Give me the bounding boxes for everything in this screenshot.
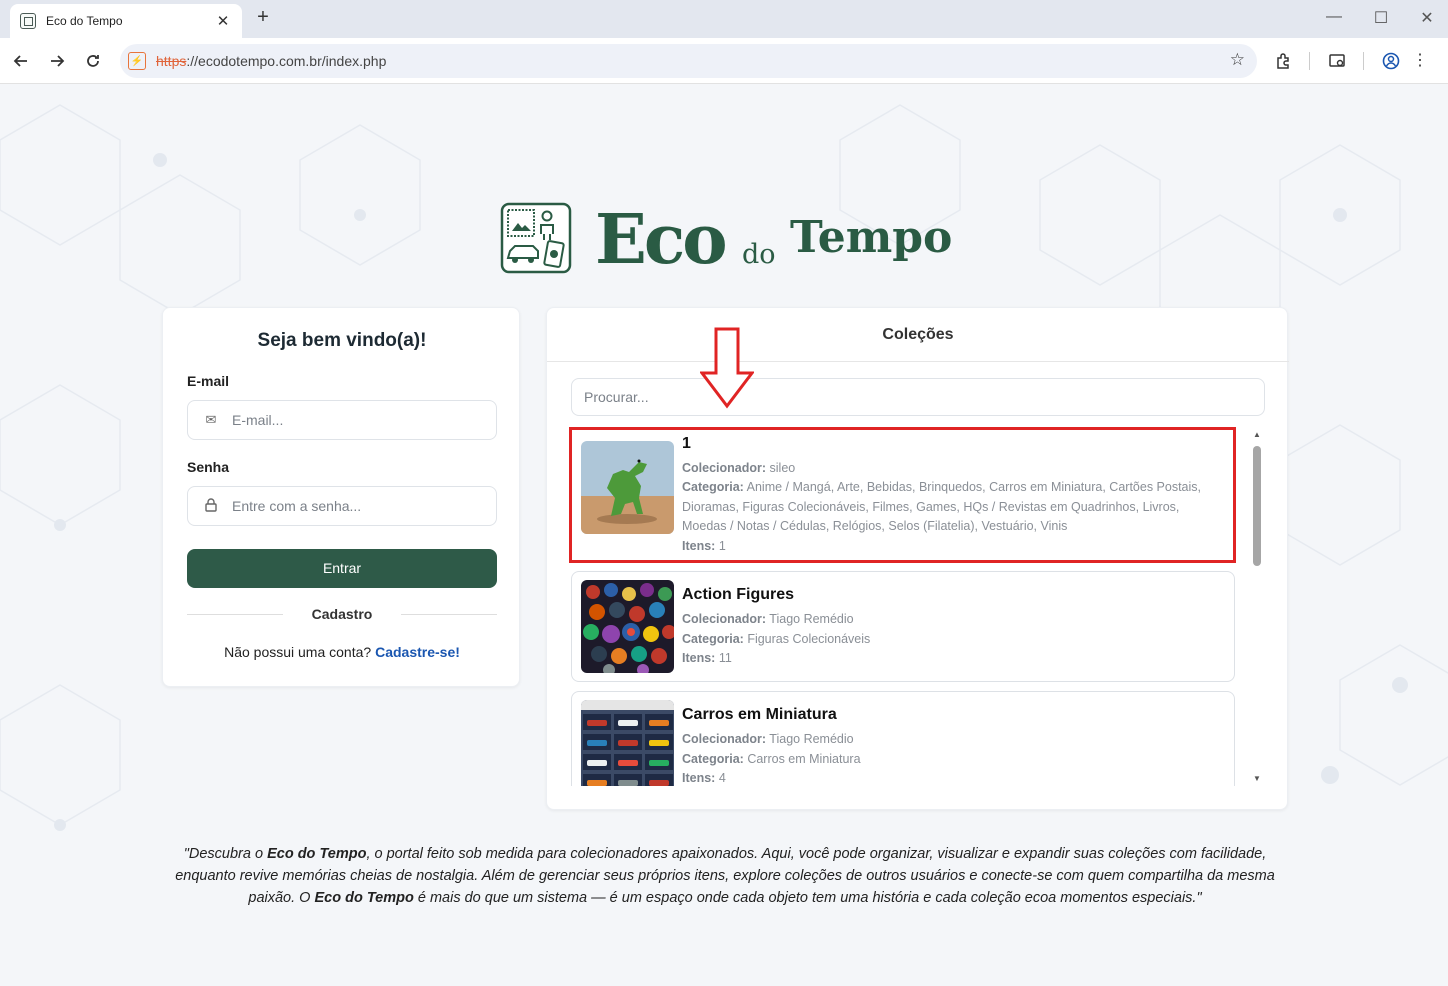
forward-arrow-icon[interactable] — [44, 48, 70, 74]
extensions-icon[interactable] — [1273, 50, 1295, 72]
collection-name: Action Figures — [682, 586, 795, 603]
collection-items-count: Itens: 11 — [682, 649, 1222, 669]
collection-collector: Colecionador: sileo — [682, 459, 1222, 479]
envelope-icon: ✉ — [205, 412, 217, 427]
tab-title: Eco do Tempo — [46, 14, 123, 28]
category-label: Categoria: — [682, 480, 744, 494]
browser-tabbar: Eco do Tempo ✕ + — ☐ ✕ — [0, 0, 1448, 38]
url-text: ://ecodotempo.com.br/index.php — [186, 53, 387, 69]
maximize-window-icon[interactable]: ☐ — [1369, 8, 1393, 28]
toolbar-separator — [1309, 52, 1310, 70]
bookmark-star-icon[interactable]: ☆ — [1230, 50, 1245, 70]
collection-items-count: Itens: 1 — [682, 537, 1222, 557]
browser-toolbar: ⚡ https ://ecodotempo.com.br/index.php ☆… — [0, 38, 1448, 84]
category-value: Figuras Colecionáveis — [747, 632, 871, 646]
password-input[interactable] — [232, 498, 482, 514]
collection-name: Carros em Miniatura — [682, 706, 837, 723]
signup-text: Não possui uma conta? — [224, 644, 372, 660]
down-arrow-annotation-icon — [700, 327, 754, 409]
scrollbar-thumb[interactable] — [1253, 446, 1261, 566]
quote-brand-2: Eco do Tempo — [314, 890, 414, 906]
quote-text-3: é mais do que um sistema — é um espaço o… — [413, 890, 1202, 906]
collections-scrollbar[interactable]: ▲ ▼ — [1251, 428, 1263, 786]
collection-category: Categoria: Carros em Miniatura — [682, 750, 1222, 770]
collection-name: 1 — [682, 435, 691, 452]
logo-text-tempo: Tempo — [790, 212, 953, 263]
collection-collector: Colecionador: Tiago Remédio — [682, 610, 1222, 630]
logo-text-do: do — [742, 239, 776, 270]
collectibles-logo-icon — [500, 202, 572, 274]
email-input[interactable] — [232, 412, 482, 428]
back-arrow-icon[interactable] — [8, 48, 34, 74]
login-title: Seja bem vindo(a)! — [257, 330, 427, 351]
reload-icon[interactable] — [80, 48, 106, 74]
signup-link[interactable]: Cadastre-se! — [375, 644, 460, 660]
quote-brand-1: Eco do Tempo — [267, 846, 367, 862]
signup-prompt: Não possui uma conta? Cadastre-se! — [163, 644, 521, 660]
email-label: E-mail — [187, 373, 230, 389]
collection-thumbnail — [581, 700, 674, 786]
collection-item[interactable]: 1 Colecionador: sileo Categoria: Anime /… — [571, 428, 1235, 564]
items-label: Itens: — [682, 651, 716, 665]
collections-card: Coleções 1 Colecionador: sileo Categoria… — [546, 307, 1289, 810]
scroll-down-arrow-icon[interactable]: ▼ — [1251, 774, 1263, 783]
collection-items-count: Itens: 4 — [682, 769, 1222, 786]
lock-icon — [202, 497, 220, 515]
site-info-icon[interactable]: ⚡ — [128, 52, 146, 70]
profile-icon[interactable] — [1380, 50, 1402, 72]
items-label: Itens: — [682, 539, 716, 553]
items-value: 4 — [718, 771, 726, 785]
browser-tab[interactable]: Eco do Tempo ✕ — [10, 4, 242, 38]
collector-value: Tiago Remédio — [769, 732, 854, 746]
new-tab-button[interactable]: + — [252, 7, 274, 29]
collections-title: Coleções — [547, 308, 1289, 362]
site-logo[interactable]: Eco do Tempo — [500, 200, 953, 280]
password-label: Senha — [187, 459, 230, 475]
logo-text-eco: Eco — [595, 200, 728, 280]
close-tab-icon[interactable]: ✕ — [214, 12, 232, 30]
collection-item[interactable]: Action Figures Colecionador: Tiago Reméd… — [571, 571, 1235, 682]
category-value: Carros em Miniatura — [747, 752, 861, 766]
category-label: Categoria: — [682, 752, 744, 766]
url-scheme: https — [156, 53, 187, 69]
scroll-up-arrow-icon[interactable]: ▲ — [1251, 430, 1263, 439]
reading-list-icon[interactable] — [1326, 50, 1348, 72]
collection-collector: Colecionador: Tiago Remédio — [682, 730, 1222, 750]
footer-quote: "Descubra o Eco do Tempo, o portal feito… — [160, 843, 1290, 909]
login-card: Seja bem vindo(a)! E-mail ✉ Senha Entrar… — [162, 307, 520, 687]
collections-search-input[interactable] — [584, 389, 1244, 405]
collections-search-field[interactable] — [571, 378, 1265, 416]
items-value: 1 — [718, 539, 726, 553]
items-label: Itens: — [682, 771, 716, 785]
menu-kebab-icon[interactable]: ⋮ — [1409, 50, 1431, 72]
toolbar-separator — [1363, 52, 1364, 70]
collector-label: Colecionador: — [682, 732, 767, 746]
collections-list[interactable]: 1 Colecionador: sileo Categoria: Anime /… — [571, 428, 1235, 786]
collector-value: sileo — [769, 461, 796, 475]
password-field[interactable] — [187, 486, 497, 526]
signup-divider-label: Cadastro — [311, 606, 373, 622]
collection-category: Categoria: Figuras Colecionáveis — [682, 630, 1222, 650]
collection-thumbnail — [581, 580, 674, 673]
login-button[interactable]: Entrar — [187, 549, 497, 588]
site-favicon-icon — [20, 13, 36, 29]
collector-value: Tiago Remédio — [769, 612, 854, 626]
collector-label: Colecionador: — [682, 612, 767, 626]
items-value: 11 — [718, 651, 732, 665]
email-field[interactable]: ✉ — [187, 400, 497, 440]
collection-thumbnail — [581, 441, 674, 534]
quote-text-1: "Descubra o — [183, 846, 268, 862]
category-label: Categoria: — [682, 632, 744, 646]
category-value: Anime / Mangá, Arte, Bebidas, Brinquedos… — [682, 480, 1202, 533]
collection-item[interactable]: Carros em Miniatura Colecionador: Tiago … — [571, 691, 1235, 786]
close-window-icon[interactable]: ✕ — [1415, 8, 1439, 28]
collector-label: Colecionador: — [682, 461, 767, 475]
collection-category: Categoria: Anime / Mangá, Arte, Bebidas,… — [682, 478, 1222, 537]
minimize-window-icon[interactable]: — — [1322, 8, 1346, 26]
address-bar[interactable]: ⚡ https ://ecodotempo.com.br/index.php ☆ — [120, 44, 1257, 78]
